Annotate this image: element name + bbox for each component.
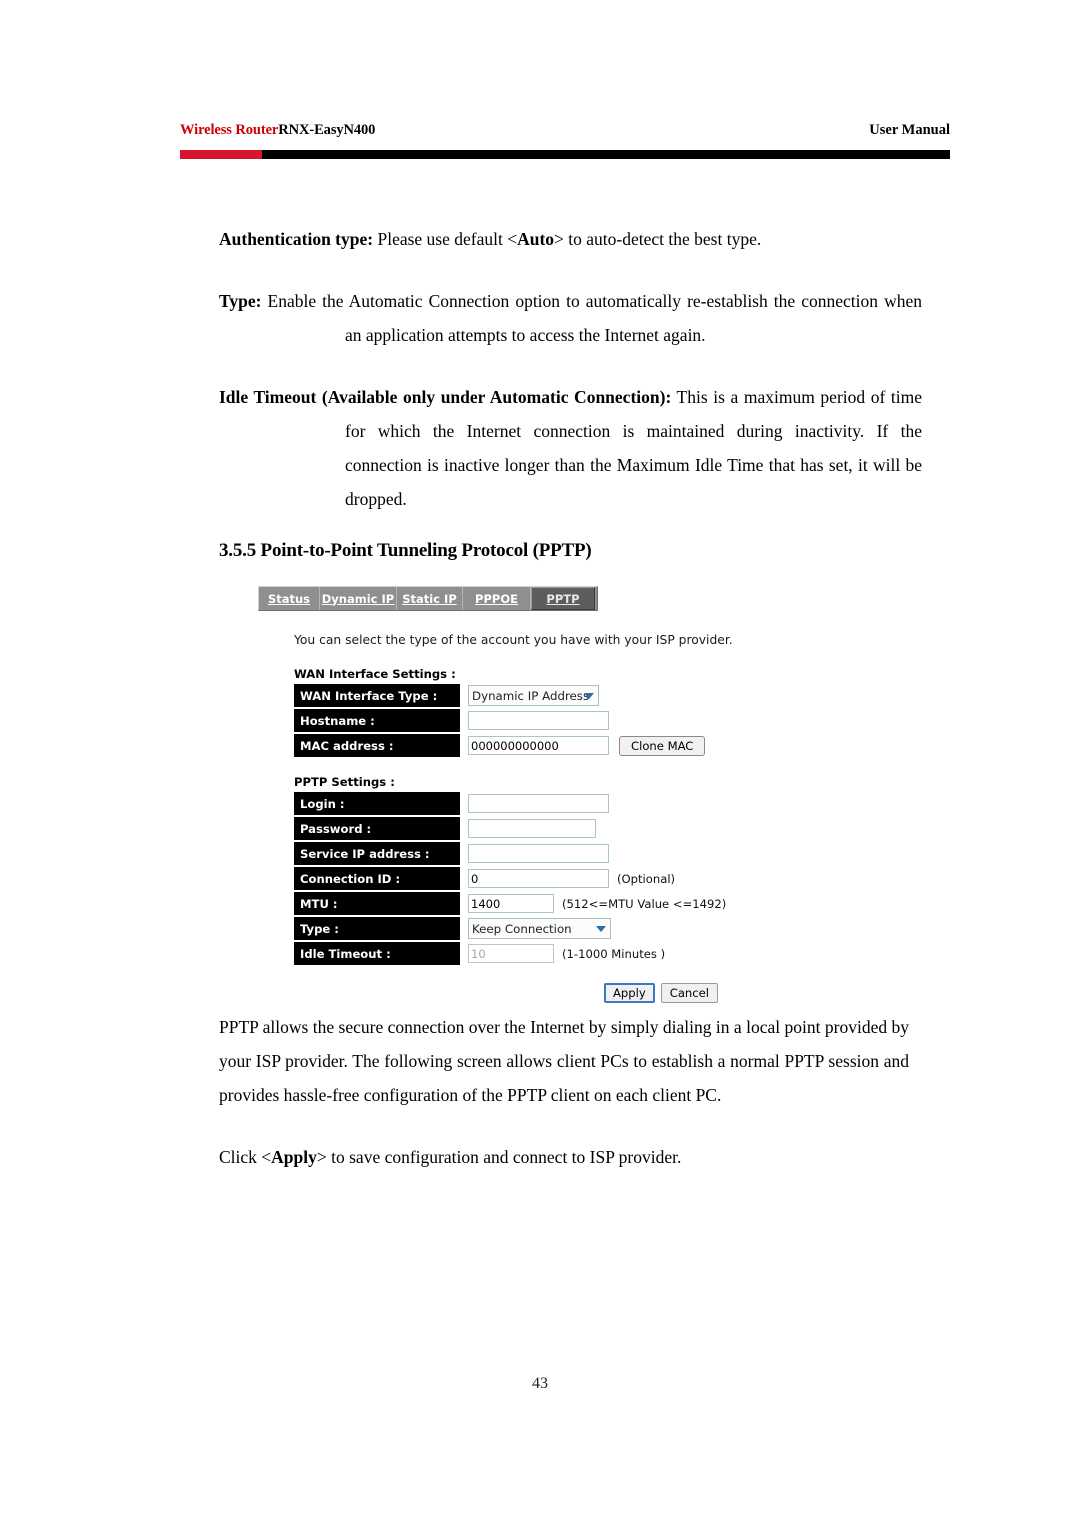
field-row-password: Password : [294, 817, 718, 840]
wan-interface-type-value: Dynamic IP Address [472, 688, 590, 703]
hint-idle-timeout: (1-1000 Minutes ) [562, 946, 666, 961]
field-row-connection-id: Connection ID : (Optional) [294, 867, 718, 890]
control-wan-interface-type: Dynamic IP Address [468, 685, 599, 706]
clone-mac-button[interactable]: Clone MAC [619, 735, 706, 756]
control-password [468, 819, 596, 838]
wan-interface-type-select[interactable]: Dynamic IP Address [468, 685, 599, 706]
paragraph-type: Type: Enable the Automatic Connection op… [219, 284, 922, 352]
label-password: Password : [294, 817, 460, 840]
document-body-upper: Authentication type: Please use default … [219, 222, 922, 564]
header-doc-type: User Manual [869, 122, 950, 138]
field-row-login: Login : [294, 792, 718, 815]
label-connection-id: Connection ID : [294, 867, 460, 890]
service-ip-address-input[interactable] [468, 844, 609, 863]
field-row-mac-address: MAC address : Clone MAC [294, 734, 718, 757]
click-apply-bold: Apply [271, 1147, 317, 1167]
type-select-value: Keep Connection [472, 921, 572, 936]
label-mac-address: MAC address : [294, 734, 460, 757]
control-mtu: (512<=MTU Value <=1492) [468, 894, 726, 913]
control-idle-timeout: (1-1000 Minutes ) [468, 944, 665, 963]
header-brand: Wireless Router [180, 122, 279, 138]
page-number: 43 [532, 1375, 548, 1392]
label-idle-timeout: Idle Timeout : [294, 942, 460, 965]
paragraph-idle-timeout: Idle Timeout (Available only under Autom… [219, 380, 922, 516]
tab-status[interactable]: Status [259, 587, 319, 610]
auth-type-text-2: > to auto-detect the best type. [554, 229, 762, 249]
chevron-down-icon [596, 925, 606, 932]
group-title-wan-interface: WAN Interface Settings : [294, 667, 456, 681]
label-service-ip-address: Service IP address : [294, 842, 460, 865]
cancel-button[interactable]: Cancel [660, 983, 718, 1003]
hostname-input[interactable] [468, 711, 609, 730]
connection-id-input[interactable] [468, 869, 609, 888]
tab-static-ip[interactable]: Static IP [397, 587, 463, 610]
control-service-ip-address [468, 844, 609, 863]
mac-address-input[interactable] [468, 736, 609, 755]
apply-button[interactable]: Apply [603, 983, 655, 1003]
wan-settings-form: WAN Interface Settings : WAN Interface T… [294, 667, 726, 965]
auth-type-value: Auto [517, 229, 555, 249]
page-running-header: Wireless RouterRNX-EasyN400 User Manual [180, 122, 950, 146]
field-row-hostname: Hostname : [294, 709, 718, 732]
login-input[interactable] [468, 794, 609, 813]
control-mac-address: Clone MAC [468, 735, 706, 756]
auth-type-label: Authentication type: [219, 229, 374, 249]
hint-mtu: (512<=MTU Value <=1492) [562, 896, 727, 911]
label-type: Type : [294, 917, 460, 940]
label-wan-interface-type: WAN Interface Type : [294, 684, 460, 707]
header-divider-bar [180, 150, 950, 159]
password-input[interactable] [468, 819, 596, 838]
page-title: 3.5.5 Point-to-Point Tunneling Protocol … [219, 540, 592, 561]
header-title: Wireless RouterRNX-EasyN400 [180, 122, 375, 139]
control-login [468, 794, 609, 813]
field-row-wan-interface-type: WAN Interface Type : Dynamic IP Address [294, 684, 718, 707]
tab-dynamic-ip[interactable]: Dynamic IP [319, 587, 397, 610]
auth-type-text-1: Please use default < [373, 229, 518, 249]
field-row-mtu: MTU : (512<=MTU Value <=1492) [294, 892, 726, 915]
label-hostname: Hostname : [294, 709, 460, 732]
header-divider-accent [180, 150, 262, 159]
group-title-pptp-settings: PPTP Settings : [294, 775, 395, 789]
form-action-row: Apply Cancel [294, 983, 718, 1003]
document-body-lower: PPTP allows the secure connection over t… [219, 1010, 909, 1174]
router-config-screenshot: Status Dynamic IP Static IP PPPOE PPTP Y… [258, 586, 733, 1003]
paragraph-pptp-description: PPTP allows the secure connection over t… [219, 1017, 909, 1105]
paragraph-click-apply: Click <Apply> to save configuration and … [219, 1140, 909, 1174]
field-row-type: Type : Keep Connection [294, 917, 718, 940]
control-type: Keep Connection [468, 918, 611, 939]
field-row-idle-timeout: Idle Timeout : (1-1000 Minutes ) [294, 942, 718, 965]
type-text: Enable the Automatic Connection option t… [261, 291, 922, 345]
mtu-input[interactable] [468, 894, 554, 913]
chevron-down-icon [584, 692, 594, 699]
tab-pppoe[interactable]: PPPOE [463, 587, 531, 610]
control-hostname [468, 711, 609, 730]
click-apply-post: > to save configuration and connect to I… [316, 1147, 682, 1167]
wan-tab-bar: Status Dynamic IP Static IP PPPOE PPTP [258, 586, 598, 611]
hint-connection-id: (Optional) [617, 871, 676, 886]
wan-intro-text: You can select the type of the account y… [294, 633, 733, 647]
idle-timeout-label: Idle Timeout (Available only under Autom… [219, 387, 672, 407]
paragraph-authentication-type: Authentication type: Please use default … [219, 222, 922, 256]
idle-timeout-input[interactable] [468, 944, 554, 963]
tab-pptp[interactable]: PPTP [531, 587, 595, 610]
header-model: RNX-EasyN400 [278, 122, 376, 138]
click-apply-pre: Click < [219, 1147, 272, 1167]
label-mtu: MTU : [294, 892, 460, 915]
type-label: Type: [219, 291, 262, 311]
control-connection-id: (Optional) [468, 869, 675, 888]
type-select[interactable]: Keep Connection [468, 918, 611, 939]
field-row-service-ip-address: Service IP address : [294, 842, 718, 865]
label-login: Login : [294, 792, 460, 815]
